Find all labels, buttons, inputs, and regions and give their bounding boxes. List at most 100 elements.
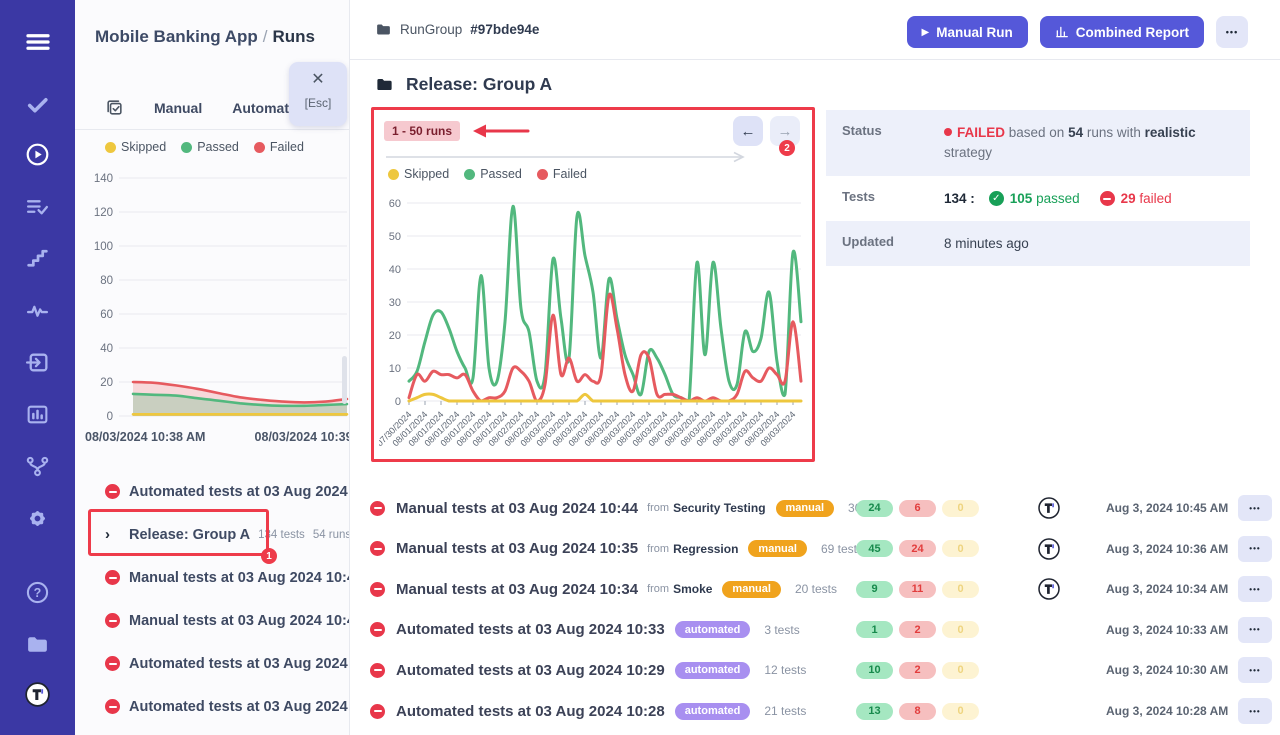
menu-icon[interactable] bbox=[0, 24, 75, 60]
group-tests-count: 134 tests bbox=[258, 529, 305, 541]
result-chips: 1 2 0 bbox=[856, 621, 979, 638]
legend-skipped: Skipped bbox=[404, 167, 449, 181]
failed-status-icon bbox=[370, 704, 385, 719]
run-tests-count: 12 tests bbox=[764, 663, 806, 677]
svg-text:10: 10 bbox=[389, 363, 401, 375]
breadcrumb-project[interactable]: Mobile Banking App bbox=[95, 27, 258, 46]
svg-text:120: 120 bbox=[94, 207, 113, 219]
list-item[interactable]: Automated tests at 03 Aug 2024 10:45 bbox=[75, 470, 350, 513]
avatar bbox=[1038, 497, 1060, 519]
failed-chip: 6 bbox=[899, 500, 936, 517]
list-item[interactable]: Automated tests at 03 Aug 2024 10:28 bbox=[75, 728, 350, 735]
run-from-label: from bbox=[647, 543, 669, 555]
failed-status-icon bbox=[105, 699, 120, 714]
svg-text:30: 30 bbox=[389, 297, 401, 309]
main-header: RunGroup #97bde94e ▶ Manual Run Combined… bbox=[350, 0, 1280, 60]
panel-scrollbar[interactable] bbox=[342, 356, 347, 404]
runs-list-panel: Mobile Banking App/Runs Manual Automated… bbox=[75, 0, 350, 735]
run-type-badge: manual bbox=[748, 540, 807, 557]
result-chips: 9 11 0 bbox=[856, 581, 979, 598]
failed-status-icon bbox=[105, 656, 120, 671]
passed-chip: 1 bbox=[856, 621, 893, 638]
header-more-button[interactable]: ••• bbox=[1216, 16, 1248, 48]
tests-row: Tests 134 : ✓ 105 passed 29 failed bbox=[826, 176, 1250, 221]
list-item[interactable]: Automated tests at 03 Aug 2024 10:33 bbox=[75, 642, 350, 685]
app-sidebar: ? bbox=[0, 0, 75, 735]
list-item[interactable]: Automated tests at 03 Aug 2024 10:29 bbox=[75, 685, 350, 728]
run-title: Manual tests at 03 Aug 2024 10:43 bbox=[129, 570, 350, 586]
select-all-icon[interactable] bbox=[105, 98, 124, 117]
tab-manual[interactable]: Manual bbox=[154, 100, 202, 116]
status-panel: Status FAILED based on 54 runs with real… bbox=[826, 110, 1250, 266]
runs-overview-area-chart: 140120100806040200 bbox=[77, 158, 349, 424]
list-item[interactable]: Manual tests at 03 Aug 2024 10:42 bbox=[75, 599, 350, 642]
runs-list: Automated tests at 03 Aug 2024 10:45 › R… bbox=[75, 470, 350, 735]
prev-page-button[interactable]: ← bbox=[733, 116, 763, 146]
row-more-button[interactable]: ••• bbox=[1238, 495, 1272, 521]
run-type-badge: manual bbox=[722, 581, 781, 598]
passed-chip: 24 bbox=[856, 500, 893, 517]
manual-run-button[interactable]: ▶ Manual Run bbox=[907, 16, 1028, 48]
run-suite-name: Security Testing bbox=[673, 501, 765, 515]
tests-value: 134 : ✓ 105 passed 29 failed bbox=[944, 176, 1250, 221]
esc-dismiss-popup[interactable]: ✕ [Esc] bbox=[289, 62, 347, 126]
tests-total: 134 : bbox=[944, 189, 975, 209]
result-chips: 24 6 0 bbox=[856, 500, 979, 517]
legend-passed: Passed bbox=[197, 140, 239, 154]
combined-report-button[interactable]: Combined Report bbox=[1040, 16, 1204, 48]
svg-text:0: 0 bbox=[107, 411, 113, 423]
list-item[interactable]: Manual tests at 03 Aug 2024 10:43 bbox=[75, 556, 350, 599]
run-tests-count: 3 tests bbox=[764, 623, 799, 637]
timeline-arrow bbox=[384, 150, 764, 164]
runs-trend-line-chart: 605040302010007/30/202408/01/202408/01/2… bbox=[379, 189, 809, 451]
settings-gear-icon[interactable] bbox=[0, 500, 75, 536]
run-timestamp: Aug 3, 2024 10:34 AM bbox=[1106, 582, 1224, 596]
overview-x-axis: 08/03/2024 10:38 AM 08/03/2024 10:39 AM bbox=[85, 430, 350, 444]
help-icon[interactable]: ? bbox=[0, 574, 75, 610]
svg-text:20: 20 bbox=[100, 377, 113, 389]
run-title: Automated tests at 03 Aug 2024 10:33 bbox=[396, 621, 665, 638]
versions-branch-icon[interactable] bbox=[0, 448, 75, 484]
row-more-button[interactable]: ••• bbox=[1238, 576, 1272, 602]
row-more-button[interactable]: ••• bbox=[1238, 657, 1272, 683]
close-icon[interactable]: ✕ bbox=[289, 72, 347, 88]
app-logo[interactable] bbox=[0, 676, 75, 712]
steps-icon[interactable] bbox=[0, 240, 75, 276]
failed-chip: 11 bbox=[899, 581, 936, 598]
table-row[interactable]: Automated tests at 03 Aug 2024 10:28 aut… bbox=[370, 692, 1262, 730]
table-row[interactable]: Automated tests at 03 Aug 2024 10:29 aut… bbox=[370, 651, 1262, 689]
failed-status-icon bbox=[105, 570, 120, 585]
test-cases-icon[interactable] bbox=[0, 188, 75, 224]
run-title: Manual tests at 03 Aug 2024 10:35 bbox=[396, 540, 638, 557]
list-item-group-release[interactable]: › Release: Group A 134 tests 54 runs bbox=[75, 513, 350, 556]
projects-folder-icon[interactable] bbox=[0, 626, 75, 662]
row-more-button[interactable]: ••• bbox=[1238, 617, 1272, 643]
trend-chart-legend: Skipped Passed Failed bbox=[388, 167, 587, 181]
passed-dot bbox=[464, 169, 475, 180]
run-title: Automated tests at 03 Aug 2024 10:29 bbox=[396, 662, 665, 679]
status-value: FAILED based on 54 runs with realistic s… bbox=[944, 110, 1250, 176]
pulse-icon[interactable] bbox=[0, 292, 75, 328]
runs-range-chip: 1 - 50 runs bbox=[384, 121, 460, 141]
analytics-icon[interactable] bbox=[0, 396, 75, 432]
runs-play-icon[interactable] bbox=[0, 136, 75, 172]
run-tests-count: 21 tests bbox=[764, 704, 806, 718]
table-row[interactable]: Manual tests at 03 Aug 2024 10:34 from S… bbox=[370, 570, 1262, 608]
failed-status-icon bbox=[370, 501, 385, 516]
table-row[interactable]: Manual tests at 03 Aug 2024 10:35 from R… bbox=[370, 530, 1262, 568]
row-more-button[interactable]: ••• bbox=[1238, 698, 1272, 724]
tasks-check-icon[interactable] bbox=[0, 86, 75, 122]
annotated-chart-box: 1 - 50 runs ← → 2 Skipped Passed Failed … bbox=[371, 107, 815, 462]
row-more-button[interactable]: ••• bbox=[1238, 536, 1272, 562]
table-row[interactable]: Manual tests at 03 Aug 2024 10:44 from S… bbox=[370, 489, 1262, 527]
svg-text:80: 80 bbox=[100, 275, 113, 287]
breadcrumb-separator: / bbox=[258, 27, 273, 46]
skipped-dot bbox=[105, 142, 116, 153]
table-row[interactable]: Automated tests at 03 Aug 2024 10:33 aut… bbox=[370, 611, 1262, 649]
status-row: Status FAILED based on 54 runs with real… bbox=[826, 110, 1250, 176]
legend-skipped: Skipped bbox=[121, 140, 166, 154]
sign-in-icon[interactable] bbox=[0, 344, 75, 380]
rungroup-breadcrumb: RunGroup #97bde94e bbox=[375, 21, 539, 38]
chevron-right-icon[interactable]: › bbox=[105, 526, 110, 543]
failed-status-icon bbox=[105, 613, 120, 628]
